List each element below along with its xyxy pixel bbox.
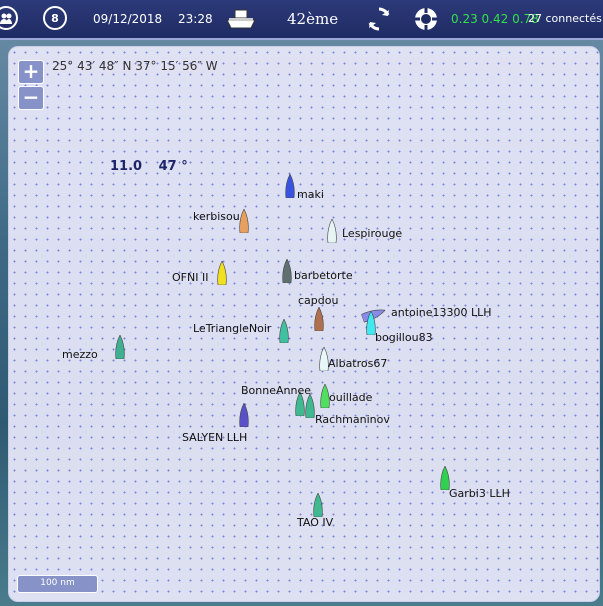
time-text: 23:28 bbox=[178, 12, 213, 26]
boat-label: OFNI II bbox=[172, 271, 209, 284]
boat-label: ouillade bbox=[329, 391, 373, 404]
performance-stats: 0.23 0.42 0.78 bbox=[451, 12, 539, 26]
boat-icon[interactable] bbox=[225, 8, 257, 33]
boat-label: Albatros67 bbox=[328, 357, 388, 370]
wind-direction: 47 ° bbox=[158, 159, 188, 174]
ranking-badge-icon[interactable]: 8 bbox=[43, 6, 67, 30]
scale-bar: 100 nm bbox=[17, 575, 98, 593]
wind-speed: 11.0 bbox=[110, 159, 143, 174]
wind-readout: 11.0 47 ° bbox=[110, 159, 200, 174]
boat-marker[interactable] bbox=[216, 260, 228, 289]
boat-marker[interactable] bbox=[238, 208, 250, 237]
boat-label: Garbi3 LLH bbox=[449, 487, 510, 500]
boat-marker[interactable] bbox=[281, 258, 293, 287]
zoom-in-button[interactable]: + bbox=[18, 60, 44, 84]
boat-label: maki bbox=[297, 188, 324, 201]
boat-label: antoine13300 LLH bbox=[391, 306, 492, 319]
map-panel[interactable]: + − 25° 43′ 48″ N 37° 15′ 56″ W 11.0 47 … bbox=[8, 46, 600, 602]
rank-text: 42ème bbox=[287, 10, 339, 28]
boat-label: BonneAnnee bbox=[241, 384, 311, 397]
boat-label: mezzo bbox=[62, 348, 98, 361]
badge-count: 8 bbox=[51, 11, 59, 25]
boat-marker[interactable] bbox=[313, 306, 325, 335]
boat-label: capdou bbox=[298, 294, 339, 307]
users-icon[interactable] bbox=[0, 6, 18, 30]
boat-label: bogillou83 bbox=[375, 331, 433, 344]
date-text: 09/12/2018 bbox=[93, 12, 163, 26]
top-bar: 8 09/12/2018 23:28 42ème 0.23 0.42 0.78 … bbox=[0, 0, 603, 40]
connected-count: 27 connectés bbox=[528, 12, 602, 25]
boat-label: Rachmaninov bbox=[315, 413, 390, 426]
boat-label: LeTriangleNoir bbox=[193, 322, 272, 335]
zoom-out-button[interactable]: − bbox=[18, 86, 44, 110]
cursor-coordinates: 25° 43′ 48″ N 37° 15′ 56″ W bbox=[52, 59, 218, 73]
refresh-icon[interactable] bbox=[366, 6, 392, 35]
boat-marker[interactable] bbox=[114, 334, 126, 363]
boat-marker[interactable] bbox=[284, 173, 296, 202]
boat-label: barbetorte bbox=[294, 269, 353, 282]
boat-label: SALYEN LLH bbox=[182, 431, 248, 444]
boat-marker[interactable] bbox=[238, 402, 250, 431]
boat-marker[interactable] bbox=[278, 318, 290, 347]
boat-label: TAO IV bbox=[297, 516, 334, 529]
boat-label: Lespirouge bbox=[342, 227, 403, 240]
boat-label: kerbisou bbox=[193, 210, 240, 223]
lifebuoy-icon[interactable] bbox=[413, 6, 439, 35]
boat-marker[interactable] bbox=[326, 218, 338, 247]
